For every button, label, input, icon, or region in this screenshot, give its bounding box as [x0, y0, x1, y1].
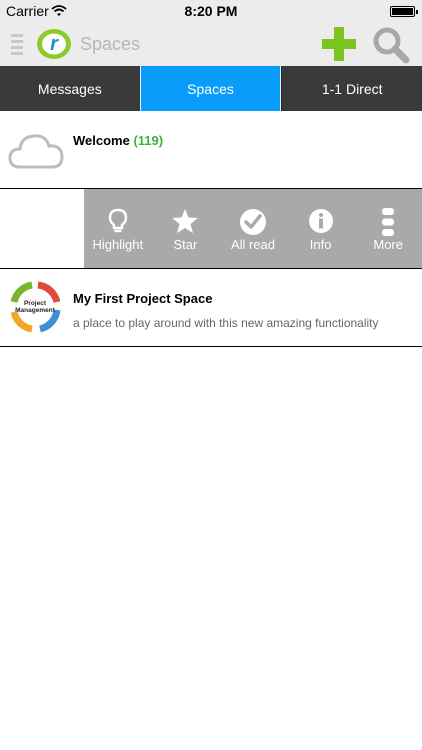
status-time: 8:20 PM: [184, 3, 238, 19]
add-space-button[interactable]: [322, 27, 356, 61]
tab-messages[interactable]: Messages: [0, 66, 140, 111]
search-icon[interactable]: [372, 26, 410, 64]
lightbulb-icon: [108, 208, 127, 233]
swipe-action-tray: Highlight Star All read Info More: [84, 189, 422, 268]
space-title-text: Welcome: [73, 133, 130, 148]
unread-count: (119): [133, 133, 164, 148]
thumb-label-2: Management: [15, 307, 56, 314]
more-action[interactable]: More: [354, 189, 422, 268]
battery-icon: [390, 6, 418, 17]
info-label: Info: [309, 237, 332, 252]
project-management-thumbnail: Project Management: [10, 281, 61, 333]
info-icon: [308, 209, 333, 233]
star-label: Star: [173, 237, 198, 252]
tab-direct[interactable]: 1-1 Direct: [281, 66, 422, 111]
highlight-action[interactable]: Highlight: [84, 189, 152, 268]
space-row-welcome[interactable]: Welcome (119): [0, 111, 422, 189]
space-row-swiped[interactable]: Highlight Star All read Info More: [0, 189, 422, 269]
space-row-project[interactable]: Project Management My First Project Spac…: [0, 269, 422, 347]
star-action[interactable]: Star: [152, 189, 220, 268]
highlight-label: Highlight: [92, 237, 144, 252]
cloud-icon: [8, 134, 64, 169]
app-logo: r: [37, 29, 71, 59]
space-title: My First Project Space: [73, 291, 213, 306]
nav-title: Spaces: [80, 34, 141, 54]
thumb-label-1: Project: [24, 300, 47, 307]
space-title: Welcome (119): [73, 133, 163, 148]
menu-icon[interactable]: [11, 34, 23, 58]
tab-bar: Messages Spaces 1-1 Direct: [0, 66, 422, 111]
star-icon: [172, 209, 199, 233]
nav-bar: r Spaces: [0, 22, 422, 66]
info-action[interactable]: Info: [287, 189, 355, 268]
more-dots-icon: [382, 208, 395, 236]
tab-spaces[interactable]: Spaces: [139, 66, 282, 111]
checkmark-circle-icon: [239, 209, 266, 235]
more-label: More: [373, 237, 403, 252]
all-read-action[interactable]: All read: [219, 189, 287, 268]
logo-letter: r: [50, 33, 59, 55]
all-read-label: All read: [230, 237, 276, 252]
space-description: a place to play around with this new ama…: [73, 316, 379, 330]
status-bar: Carrier 8:20 PM: [0, 0, 422, 22]
